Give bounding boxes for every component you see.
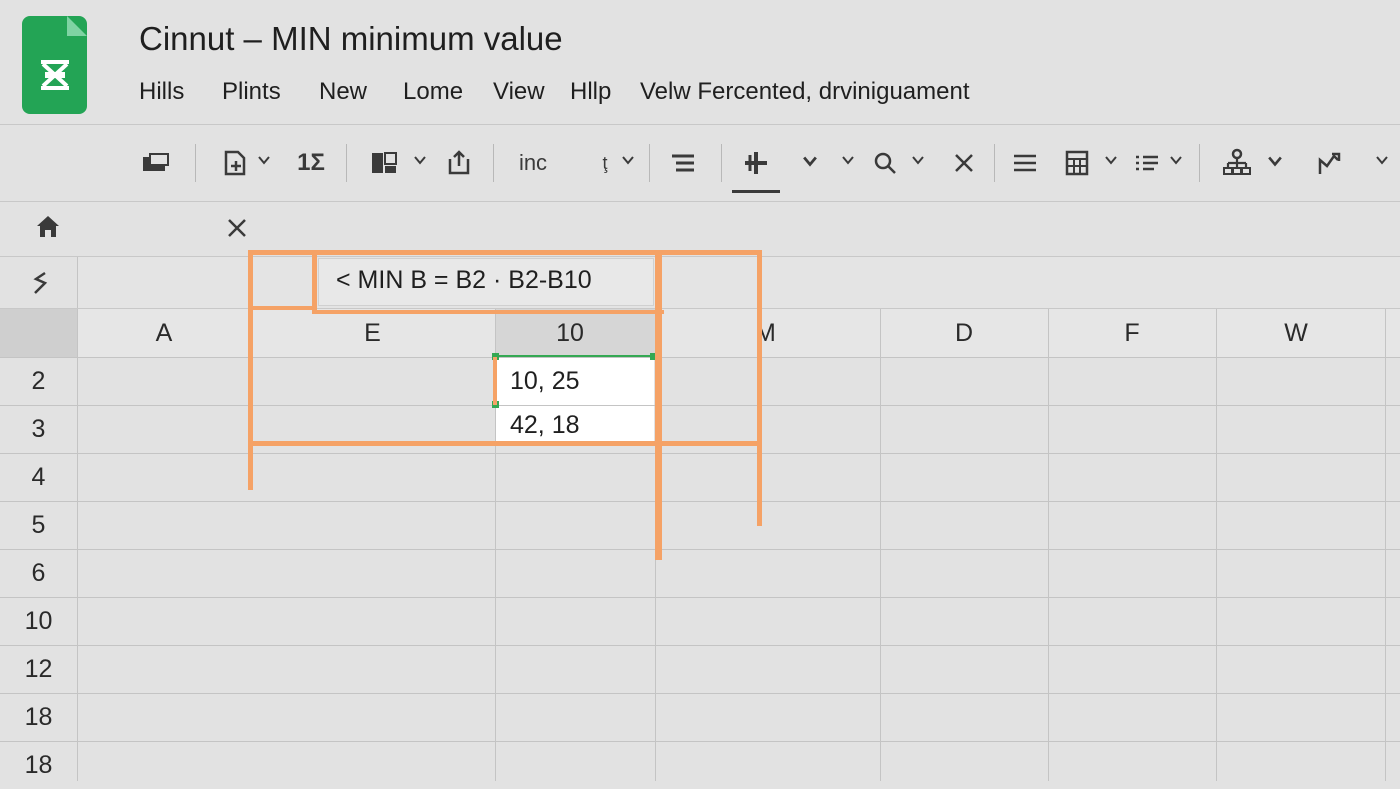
toolbar-divider xyxy=(346,144,347,182)
align-icon[interactable] xyxy=(668,148,698,178)
row-header[interactable]: 6 xyxy=(0,550,77,597)
highlight-border xyxy=(248,441,762,446)
calculator-icon[interactable] xyxy=(1062,148,1092,178)
image-icon[interactable] xyxy=(368,148,400,178)
close-icon[interactable] xyxy=(950,148,978,178)
grid-line xyxy=(77,309,78,781)
menu-item-hllp[interactable]: Hllp xyxy=(570,78,611,106)
grid-line xyxy=(0,453,1400,454)
menu-item-view-formatted[interactable]: Velw Fercented, drviniguament xyxy=(640,78,970,106)
format-icon[interactable]: 1Σ xyxy=(294,148,328,178)
document-title[interactable]: Cinnut – MIN minimum value xyxy=(139,20,563,58)
close-icon[interactable] xyxy=(226,217,248,239)
highlight-border xyxy=(250,306,316,310)
chevron-down-icon[interactable] xyxy=(258,154,270,166)
chevron-down-icon[interactable] xyxy=(1376,154,1388,166)
toolbar-divider-bottom xyxy=(0,201,1400,202)
row-header[interactable]: 3 xyxy=(0,406,77,453)
function-icon[interactable] xyxy=(27,268,53,298)
toolbar-divider xyxy=(493,144,494,182)
spreadsheet-grid xyxy=(0,309,1400,781)
app-logo[interactable] xyxy=(22,16,87,114)
home-icon[interactable] xyxy=(34,214,62,240)
chevron-down-icon[interactable] xyxy=(803,154,817,168)
grid-line xyxy=(1048,309,1049,781)
select-all-corner[interactable] xyxy=(0,309,78,357)
chevron-down-icon[interactable] xyxy=(1170,154,1182,166)
row-header[interactable]: 5 xyxy=(0,502,77,549)
grid-line xyxy=(0,357,1400,358)
list-icon[interactable] xyxy=(1132,148,1162,178)
column-header-f[interactable]: F xyxy=(1048,309,1216,357)
comment-icon[interactable] xyxy=(140,148,172,178)
toolbar-divider xyxy=(721,144,722,182)
highlight-border xyxy=(655,254,662,560)
export-icon[interactable] xyxy=(444,148,474,178)
cell-value[interactable]: 42, 18 xyxy=(496,406,654,444)
chevron-down-icon[interactable] xyxy=(842,154,854,166)
row-header[interactable]: 12 xyxy=(0,646,77,693)
highlight-border xyxy=(248,250,762,255)
highlight-border xyxy=(248,250,253,490)
column-header-a[interactable]: A xyxy=(78,309,250,357)
chevron-down-icon[interactable] xyxy=(414,154,426,166)
highlight-border xyxy=(493,357,497,405)
chevron-down-icon[interactable] xyxy=(912,154,924,166)
highlight-border xyxy=(757,250,762,526)
menu-item-new[interactable]: New xyxy=(319,78,367,106)
menu-icon[interactable] xyxy=(1010,148,1040,178)
row-header[interactable]: 10 xyxy=(0,598,77,645)
toolbar xyxy=(0,125,1400,201)
font-selector[interactable]: inc xyxy=(513,148,553,178)
row-header[interactable]: 2 xyxy=(0,358,77,405)
column-header-d[interactable]: D xyxy=(880,309,1048,357)
menu-item-hills[interactable]: Hills xyxy=(139,78,184,106)
menu-item-view[interactable]: View xyxy=(493,78,545,106)
chevron-down-icon[interactable] xyxy=(622,154,634,166)
row-header[interactable]: 4 xyxy=(0,454,77,501)
toolbar-divider xyxy=(649,144,650,182)
grid-line xyxy=(0,741,1400,742)
column-header-e[interactable]: E xyxy=(250,309,495,357)
row-header[interactable]: 18 xyxy=(0,694,77,741)
grid-line xyxy=(1385,309,1386,781)
active-tool-underline xyxy=(732,190,780,193)
sheets-logo-icon xyxy=(41,60,69,90)
chart-icon[interactable] xyxy=(1314,148,1344,178)
search-icon[interactable] xyxy=(870,148,900,178)
grid-line xyxy=(0,645,1400,646)
row-header[interactable]: 18 xyxy=(0,742,77,789)
formula-text[interactable]: < MIN B = B2 · B2-B10 xyxy=(336,266,592,295)
column-header-m[interactable]: M xyxy=(655,309,880,357)
grid-line xyxy=(0,405,1400,406)
toolbar-divider xyxy=(994,144,995,182)
text-style-icon[interactable]: ţ xyxy=(596,148,614,178)
grid-line xyxy=(880,309,881,781)
add-icon[interactable] xyxy=(740,148,772,178)
column-header-w[interactable]: W xyxy=(1216,309,1376,357)
highlight-border xyxy=(312,310,664,314)
highlight-border xyxy=(312,254,317,314)
chevron-down-icon[interactable] xyxy=(1105,154,1117,166)
chevron-down-icon[interactable] xyxy=(1268,154,1282,168)
grid-line xyxy=(0,549,1400,550)
cell-value[interactable]: 10, 25 xyxy=(496,358,654,405)
menu-item-plints[interactable]: Plints xyxy=(222,78,281,106)
insert-doc-icon[interactable] xyxy=(220,148,250,178)
grid-line xyxy=(0,597,1400,598)
grid-line xyxy=(0,501,1400,502)
selection-border xyxy=(495,355,655,357)
grid-line xyxy=(0,693,1400,694)
toolbar-divider xyxy=(195,144,196,182)
toolbar-divider xyxy=(1199,144,1200,182)
menu-item-lome[interactable]: Lome xyxy=(403,78,463,106)
column-header-10[interactable]: 10 xyxy=(495,309,645,357)
grid-line xyxy=(1216,309,1217,781)
formula-bar xyxy=(78,257,1400,309)
hierarchy-icon[interactable] xyxy=(1220,148,1254,178)
